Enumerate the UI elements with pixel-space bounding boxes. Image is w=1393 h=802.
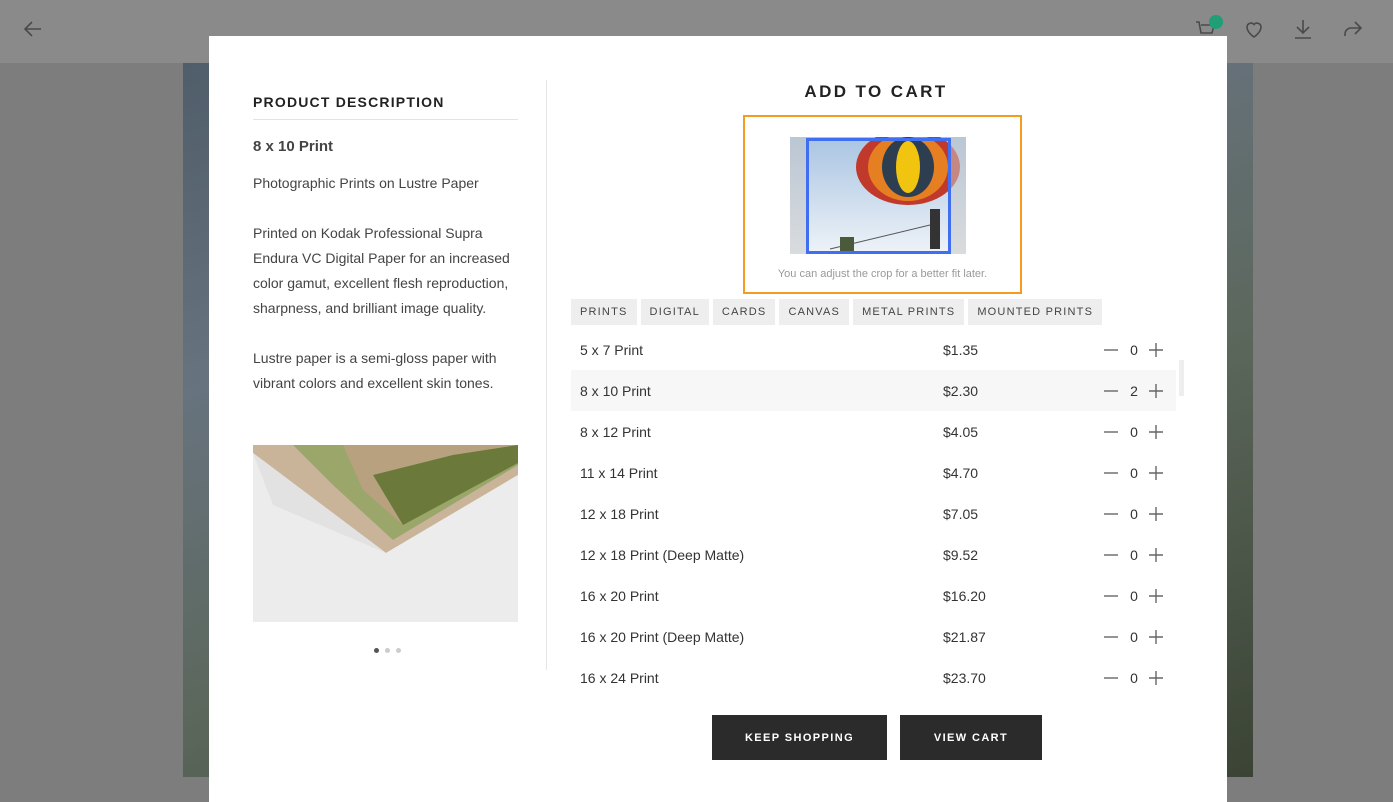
product-name: 8 x 10 Print: [580, 382, 651, 399]
product-row: 16 x 24 Print $23.70 0: [571, 657, 1176, 698]
product-list: 5 x 7 Print $1.35 0 8 x 10 Print $2.30 2…: [571, 329, 1176, 698]
product-name: 5 x 7 Print: [580, 341, 644, 358]
panel-divider: [546, 80, 547, 670]
product-price: $16.20: [943, 587, 986, 604]
product-title: 8 x 10 Print: [253, 138, 334, 155]
crop-preview[interactable]: You can adjust the crop for a better fit…: [743, 115, 1022, 294]
product-price: $7.05: [943, 505, 979, 522]
increase-quantity-button[interactable]: [1149, 670, 1163, 685]
product-price: $4.05: [943, 423, 979, 440]
description-paragraph: Printed on Kodak Professional Supra Endu…: [253, 225, 510, 316]
product-category-tabs: PRINTS DIGITAL CARDS CANVAS METAL PRINTS…: [571, 299, 1103, 325]
view-cart-button[interactable]: VIEW CART: [900, 715, 1042, 760]
decrease-quantity-button[interactable]: [1104, 343, 1118, 357]
crop-hint: You can adjust the crop for a better fit…: [777, 268, 988, 280]
decrease-quantity-button[interactable]: [1104, 507, 1118, 521]
decrease-quantity-button[interactable]: [1104, 589, 1118, 603]
add-to-cart-modal: PRODUCT DESCRIPTION 8 x 10 Print Photogr…: [209, 36, 1227, 802]
product-row: 8 x 12 Print $4.05 0: [571, 411, 1176, 452]
quantity-value: 0: [1130, 505, 1138, 522]
description-paragraph: Lustre paper is a semi-gloss paper with …: [253, 350, 497, 391]
crop-frame[interactable]: [806, 138, 951, 254]
product-price: $23.70: [943, 669, 986, 686]
increase-quantity-button[interactable]: [1149, 588, 1163, 603]
increase-quantity-button[interactable]: [1149, 465, 1163, 480]
quantity-value: 0: [1130, 341, 1138, 358]
product-row: 8 x 10 Print $2.30 2: [571, 370, 1176, 411]
increase-quantity-button[interactable]: [1149, 424, 1163, 439]
tab-mounted-prints[interactable]: MOUNTED PRINTS: [968, 299, 1103, 325]
product-name: 16 x 20 Print (Deep Matte): [580, 628, 745, 645]
product-price: $21.87: [943, 628, 986, 645]
decrease-quantity-button[interactable]: [1104, 466, 1118, 480]
carousel-dot[interactable]: [385, 648, 390, 653]
product-name: 12 x 18 Print (Deep Matte): [580, 546, 745, 563]
modal-title: ADD TO CART: [804, 82, 948, 101]
product-row: 16 x 20 Print (Deep Matte) $21.87 0: [571, 616, 1176, 657]
decrease-quantity-button[interactable]: [1104, 384, 1118, 398]
product-price: $1.35: [943, 341, 979, 358]
increase-quantity-button[interactable]: [1149, 547, 1163, 562]
decrease-quantity-button[interactable]: [1104, 548, 1118, 562]
product-price: $2.30: [943, 382, 979, 399]
product-name: 16 x 20 Print: [580, 587, 659, 604]
product-price: $4.70: [943, 464, 979, 481]
product-price: $9.52: [943, 546, 979, 563]
product-name: 11 x 14 Print: [580, 464, 658, 481]
increase-quantity-button[interactable]: [1149, 383, 1163, 398]
product-row: 12 x 18 Print $7.05 0: [571, 493, 1176, 534]
keep-shopping-button[interactable]: KEEP SHOPPING: [712, 715, 887, 760]
quantity-value: 0: [1130, 587, 1138, 604]
product-row: 16 x 20 Print $16.20 0: [571, 575, 1176, 616]
increase-quantity-button[interactable]: [1149, 342, 1163, 357]
tab-cards[interactable]: CARDS: [712, 299, 776, 325]
tab-digital[interactable]: DIGITAL: [640, 299, 709, 325]
carousel-dot[interactable]: [374, 648, 379, 653]
tab-metal-prints[interactable]: METAL PRINTS: [853, 299, 965, 325]
description-heading: PRODUCT DESCRIPTION: [253, 94, 518, 120]
tab-canvas[interactable]: CANVAS: [779, 299, 850, 325]
decrease-quantity-button[interactable]: [1104, 671, 1118, 685]
carousel-dot[interactable]: [396, 648, 401, 653]
back-arrow-icon[interactable]: [20, 16, 46, 42]
product-sample-image[interactable]: [253, 445, 518, 622]
quantity-value: 0: [1130, 423, 1138, 440]
download-icon[interactable]: [1290, 16, 1316, 42]
carousel-dots: [374, 648, 401, 653]
decrease-quantity-button[interactable]: [1104, 630, 1118, 644]
cart-badge: [1209, 15, 1223, 29]
quantity-value: 0: [1130, 669, 1138, 686]
increase-quantity-button[interactable]: [1149, 506, 1163, 521]
product-row: 11 x 14 Print $4.70 0: [571, 452, 1176, 493]
product-subtitle: Photographic Prints on Lustre Paper: [253, 175, 479, 191]
increase-quantity-button[interactable]: [1149, 629, 1163, 644]
heart-icon[interactable]: [1241, 16, 1267, 42]
quantity-value: 0: [1130, 464, 1138, 481]
tab-prints[interactable]: PRINTS: [571, 299, 637, 325]
quantity-value: 2: [1130, 382, 1138, 399]
product-name: 16 x 24 Print: [580, 669, 659, 686]
list-scrollbar[interactable]: [1179, 360, 1184, 396]
quantity-value: 0: [1130, 628, 1138, 645]
share-icon[interactable]: [1340, 16, 1366, 42]
product-row: 5 x 7 Print $1.35 0: [571, 329, 1176, 370]
product-name: 12 x 18 Print: [580, 505, 659, 522]
product-name: 8 x 12 Print: [580, 423, 651, 440]
decrease-quantity-button[interactable]: [1104, 425, 1118, 439]
quantity-value: 0: [1130, 546, 1138, 563]
product-row: 12 x 18 Print (Deep Matte) $9.52 0: [571, 534, 1176, 575]
